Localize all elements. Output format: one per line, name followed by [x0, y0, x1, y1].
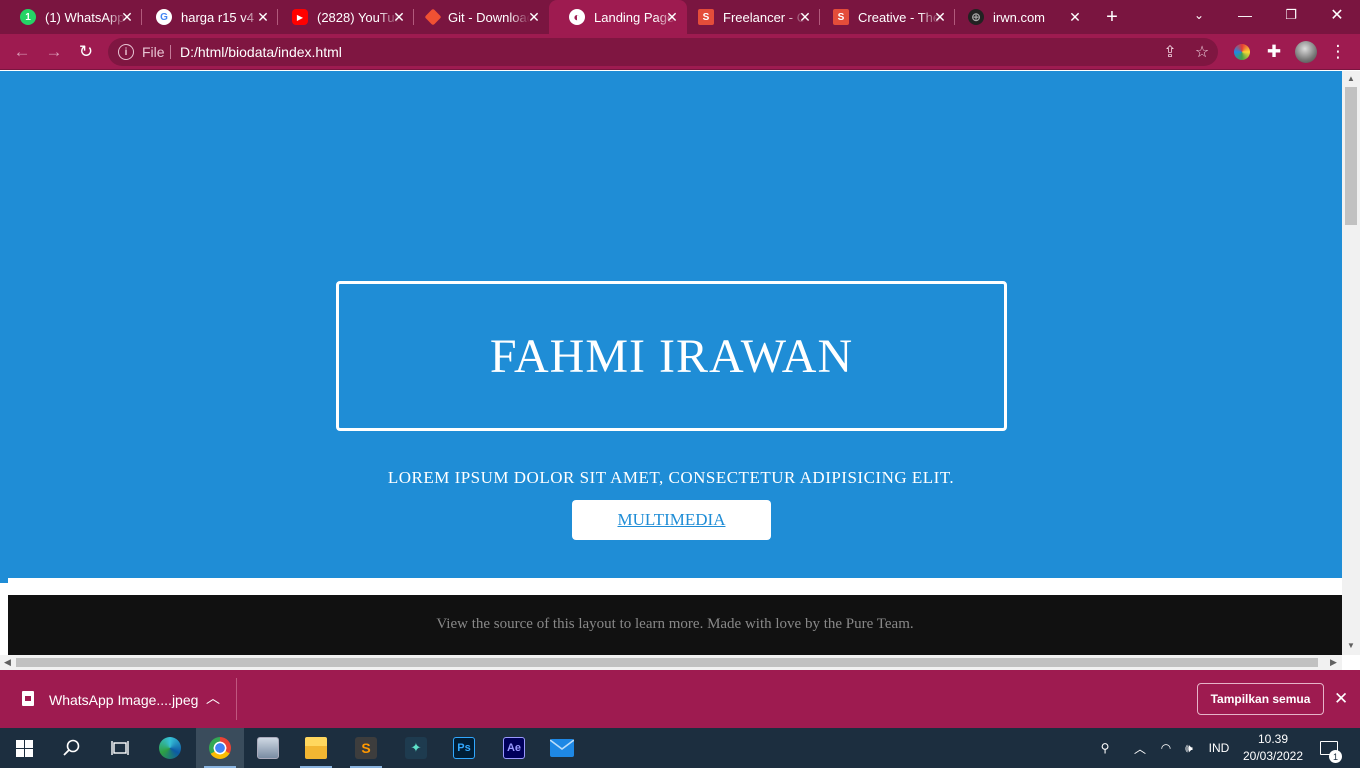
hero-section: FAHMI IRAWAN LOREM IPSUM DOLOR SIT AMET,…	[0, 71, 1342, 578]
browser-toolbar: ← → ↻ i File D:/html/biodata/index.html …	[0, 34, 1360, 70]
forward-button[interactable]: →	[42, 40, 66, 64]
info-icon[interactable]: i	[118, 44, 134, 60]
close-downloads-icon[interactable]: ✕	[1334, 689, 1348, 709]
git-icon	[424, 8, 442, 26]
tab-title: Freelancer - C	[723, 9, 805, 25]
action-center-icon[interactable]: 1	[1316, 728, 1342, 768]
file-label: File	[142, 44, 165, 60]
minimize-button[interactable]: —	[1222, 0, 1268, 30]
control-panel-icon[interactable]	[244, 728, 292, 768]
show-hidden-icons-chevron-icon[interactable]: ︿	[1130, 728, 1150, 768]
close-tab-icon[interactable]: ✕	[118, 8, 136, 26]
close-tab-icon[interactable]: ✕	[254, 8, 272, 26]
search-icon[interactable]	[48, 728, 96, 768]
tab-landing-page[interactable]: ◐ Landing Page ✕	[549, 0, 687, 34]
tab-title: Creative - The	[858, 9, 940, 25]
extension-color-icon[interactable]	[1230, 40, 1254, 64]
people-icon[interactable]: ⚲	[1094, 728, 1116, 768]
scroll-left-icon[interactable]: ◀	[4, 657, 11, 668]
back-button[interactable]: ←	[10, 40, 34, 64]
sublime-text-icon[interactable]: S	[342, 728, 390, 768]
task-view-icon[interactable]	[96, 728, 144, 768]
scroll-down-icon[interactable]: ▼	[1346, 641, 1356, 651]
taskbar: S ✦ Ps Ae ⚲ ︿ ◠ 🕪 IND 10.39 20/03/2022 1	[0, 728, 1360, 768]
tab-title: harga r15 v4	[181, 9, 254, 25]
edge-icon[interactable]	[146, 728, 194, 768]
close-tab-icon[interactable]: ✕	[796, 8, 814, 26]
start-icon[interactable]	[0, 728, 48, 768]
menu-kebab-icon[interactable]: ⋮	[1326, 40, 1350, 64]
whatsapp-icon: 1	[20, 9, 36, 25]
downloads-bar: WhatsApp Image....jpeg ︿ Tampilkan semua…	[0, 670, 1360, 728]
profile-avatar[interactable]	[1294, 40, 1318, 64]
tab-freelancer[interactable]: S Freelancer - C ✕	[678, 0, 820, 34]
scroll-up-icon[interactable]: ▲	[1346, 74, 1356, 84]
scroll-right-icon[interactable]: ▶	[1330, 657, 1337, 668]
tab-youtube[interactable]: ▶ (2828) YouTube ✕	[272, 0, 414, 34]
chevron-up-icon[interactable]: ︿	[206, 688, 220, 708]
tab-irwn[interactable]: ⊕ irwn.com ✕	[948, 0, 1090, 34]
extensions-puzzle-icon[interactable]: ✚	[1262, 40, 1286, 64]
name-box: FAHMI IRAWAN	[336, 281, 1007, 431]
tab-whatsapp[interactable]: 1 (1) WhatsApp ✕	[0, 0, 142, 34]
reload-button[interactable]: ↻	[74, 40, 98, 64]
clock-time: 10.39	[1257, 732, 1289, 746]
close-tab-icon[interactable]: ✕	[931, 8, 949, 26]
download-file-name[interactable]: WhatsApp Image....jpeg	[49, 692, 198, 708]
url-text[interactable]: D:/html/biodata/index.html	[180, 44, 342, 60]
image-file-icon	[22, 691, 34, 706]
tab-git-downloads[interactable]: Git - Downloads ✕	[407, 0, 549, 34]
footer: View the source of this layout to learn …	[8, 595, 1342, 655]
globe-icon: ◐	[569, 9, 585, 25]
new-tab-button[interactable]: +	[1101, 6, 1123, 28]
language-indicator[interactable]: IND	[1204, 728, 1234, 768]
chrome-icon[interactable]	[196, 728, 244, 768]
tab-title: Git - Downloads	[448, 9, 530, 25]
google-icon: G	[156, 9, 172, 25]
tab-search-chevron-icon[interactable]: ⌄	[1176, 0, 1222, 30]
tab-google-search[interactable]: G harga r15 v4 ✕	[136, 0, 278, 34]
show-all-button[interactable]: Tampilkan semua	[1197, 683, 1324, 715]
tagline: LOREM IPSUM DOLOR SIT AMET, CONSECTETUR …	[387, 468, 955, 487]
tab-strip: 1 (1) WhatsApp ✕ G harga r15 v4 ✕ ▶ (282…	[0, 0, 1360, 34]
file-explorer-icon[interactable]	[292, 728, 340, 768]
vertical-scroll-thumb[interactable]	[1345, 87, 1357, 225]
tab-title: irwn.com	[993, 9, 1046, 25]
youtube-icon: ▶	[292, 9, 308, 25]
creative-s-icon: S	[833, 9, 849, 25]
web-icon: ⊕	[968, 9, 984, 25]
horizontal-scrollbar[interactable]: ◀ ▶	[0, 655, 1342, 670]
notification-count: 1	[1329, 750, 1342, 763]
close-tab-icon[interactable]: ✕	[525, 8, 543, 26]
tab-creative[interactable]: S Creative - The ✕	[813, 0, 955, 34]
horizontal-scroll-thumb[interactable]	[16, 658, 1318, 667]
freelancer-s-icon: S	[698, 9, 714, 25]
share-icon[interactable]: ⇪	[1160, 42, 1180, 62]
volume-icon[interactable]: 🕪	[1179, 728, 1199, 768]
close-tab-icon[interactable]: ✕	[390, 8, 408, 26]
bookmark-star-icon[interactable]: ☆	[1192, 42, 1212, 62]
after-effects-icon[interactable]: Ae	[490, 728, 538, 768]
clock[interactable]: 10.39 20/03/2022	[1240, 731, 1306, 765]
restore-button[interactable]: ❐	[1268, 0, 1314, 30]
wifi-icon[interactable]: ◠	[1156, 728, 1176, 768]
address-bar[interactable]: i File D:/html/biodata/index.html ⇪ ☆	[108, 38, 1218, 66]
close-tab-icon[interactable]: ✕	[1066, 8, 1084, 26]
photoshop-icon[interactable]: Ps	[440, 728, 488, 768]
tab-title: (1) WhatsApp	[45, 9, 125, 25]
filmora-icon[interactable]: ✦	[392, 728, 440, 768]
clock-date: 20/03/2022	[1242, 749, 1304, 763]
page-title: FAHMI IRAWAN	[489, 329, 854, 383]
mail-icon[interactable]	[538, 728, 586, 768]
close-window-button[interactable]: ✕	[1314, 0, 1360, 30]
multimedia-button[interactable]: MULTIMEDIA	[572, 500, 771, 540]
vertical-scrollbar[interactable]: ▲ ▼	[1342, 71, 1360, 655]
tab-title: (2828) YouTube	[317, 9, 399, 25]
web-page: FAHMI IRAWAN LOREM IPSUM DOLOR SIT AMET,…	[0, 71, 1342, 655]
